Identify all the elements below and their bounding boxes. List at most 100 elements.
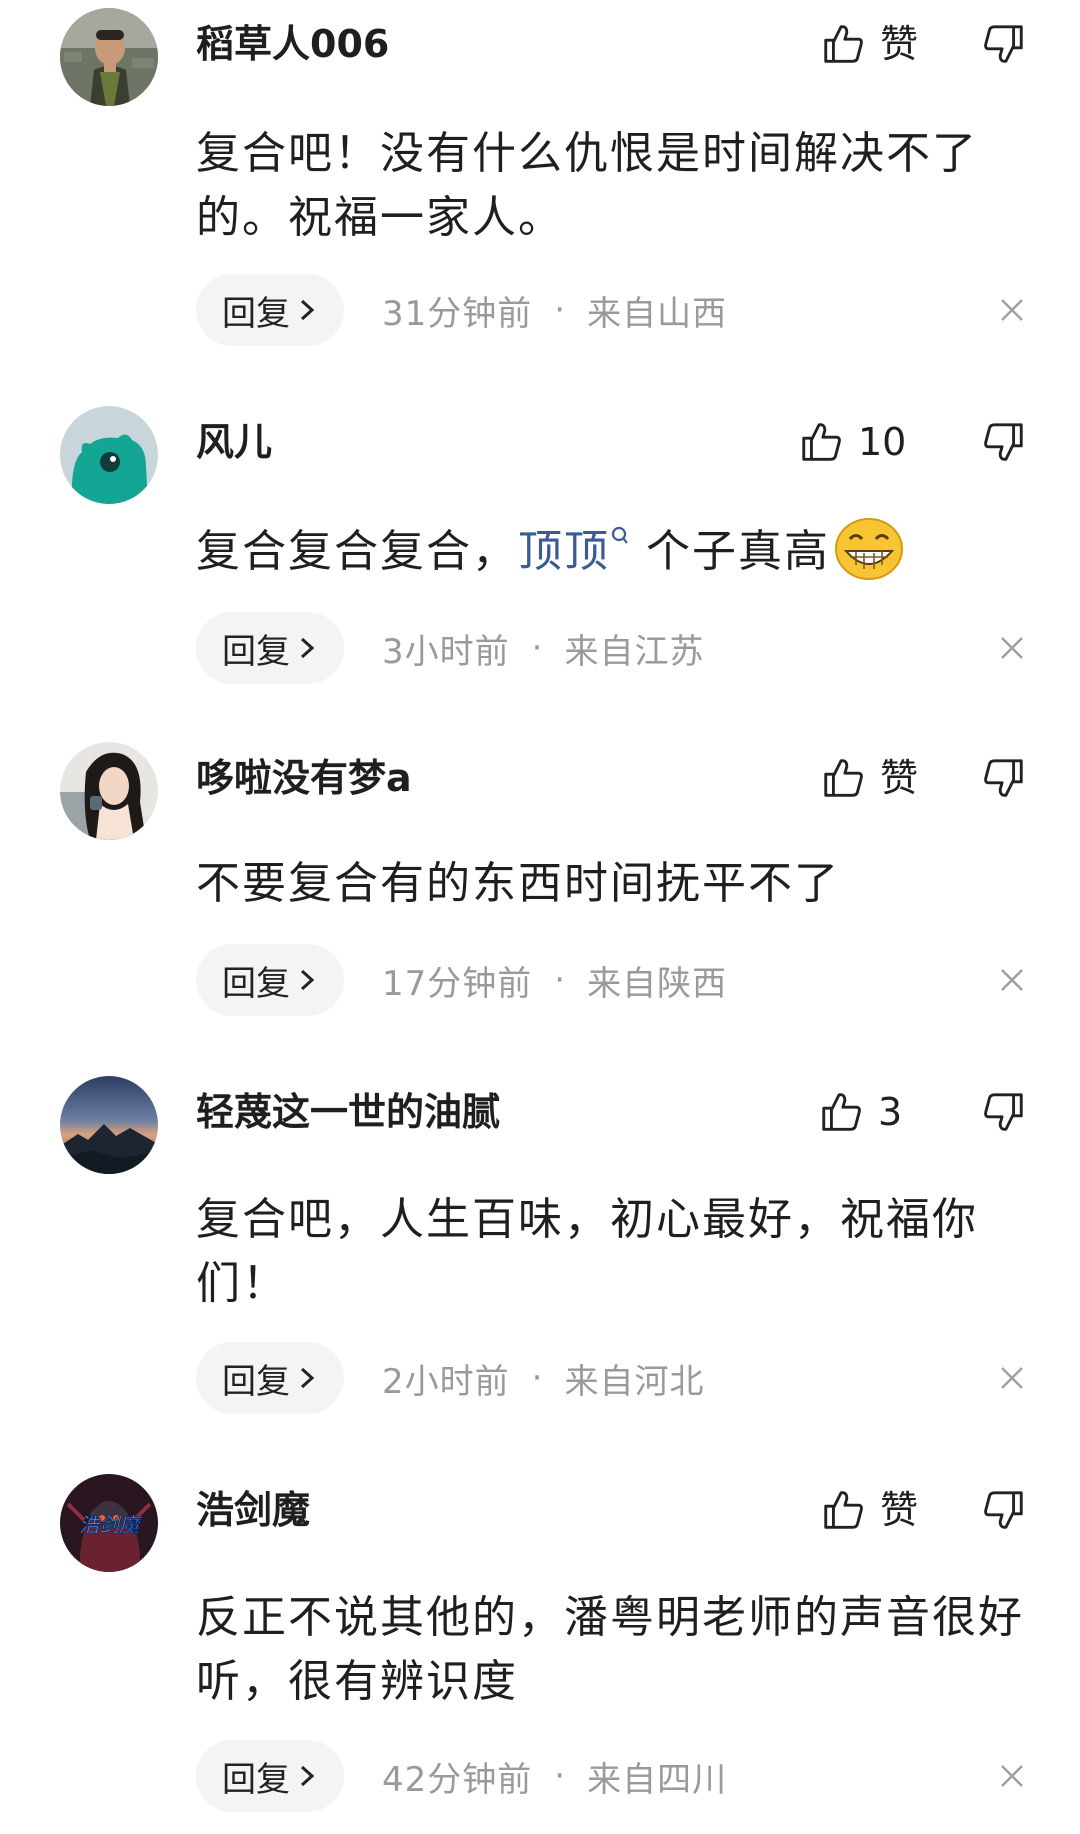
dismiss-button[interactable] (992, 290, 1032, 330)
thumbs-down-icon (984, 25, 1023, 63)
meta-separator: · (531, 1358, 543, 1398)
meta-separator: · (531, 628, 543, 668)
avatar[interactable] (60, 8, 158, 106)
avatar[interactable] (60, 406, 158, 504)
reply-button[interactable]: 回复 (196, 612, 344, 684)
comment-location: 来自江苏 (564, 631, 705, 672)
thumbs-up-icon (824, 25, 863, 63)
close-icon (1001, 1367, 1023, 1389)
comment-text: 反正不说其他的，潘粤明老师的声音很好听，很有辨识度 (196, 1592, 1024, 1707)
comment-meta: 回复 31分钟前 · 来自山西 (196, 274, 727, 346)
comment-text: 不要复合有的东西时间抚平不了 (196, 858, 840, 909)
reply-label: 回复 (222, 1759, 290, 1800)
username[interactable]: 浩剑魔 (196, 1484, 310, 1536)
chevron-right-icon (300, 299, 315, 321)
reply-label: 回复 (222, 631, 290, 672)
like-button[interactable]: 10 (798, 416, 906, 468)
meta-separator: · (554, 960, 566, 1000)
dismiss-button[interactable] (992, 960, 1032, 1000)
chevron-right-icon (300, 637, 315, 659)
avatar-text: 浩剑魔 (79, 1513, 142, 1537)
comment-location: 来自陕西 (587, 963, 728, 1004)
grinning-emoji-icon (835, 518, 903, 580)
username[interactable]: 稻草人006 (196, 18, 389, 70)
reply-button[interactable]: 回复 (196, 274, 344, 346)
close-icon (1001, 637, 1023, 659)
comment-meta: 回复 3小时前 · 来自江苏 (196, 612, 704, 684)
comment-location: 来自河北 (564, 1361, 705, 1402)
username[interactable]: 风儿 (196, 416, 272, 468)
comment-text-part: 个子真高 (646, 526, 830, 577)
comment-meta: 回复 2小时前 · 来自河北 (196, 1342, 704, 1414)
comment-text: 复合复合复合，顶顶 个子真高 (196, 518, 1040, 584)
avatar[interactable]: 浩剑魔 (60, 1474, 158, 1572)
comment-text-part: 复合复合复合， (196, 526, 518, 577)
dislike-button[interactable] (980, 752, 1028, 804)
reply-button[interactable]: 回复 (196, 1740, 344, 1812)
dislike-button[interactable] (980, 416, 1028, 468)
boy-photo-avatar (60, 8, 158, 106)
close-icon (1001, 299, 1023, 321)
comment-location: 来自山西 (587, 293, 728, 334)
dismiss-button[interactable] (992, 628, 1032, 668)
thumbs-down-icon (984, 1093, 1023, 1131)
comment-item: 哆啦没有梦a 赞 不要复合有的东西时间抚平不了 回复 17分钟前 · 来自陕西 (0, 736, 1080, 1036)
username[interactable]: 哆啦没有梦a (196, 752, 412, 804)
comment-text: 复合吧！没有什么仇恨是时间解决不了的。祝福一家人。 (196, 128, 978, 243)
comment-text: 复合吧，人生百味，初心最好，祝福你们！ (196, 1194, 978, 1309)
chevron-right-icon (300, 1367, 315, 1389)
comment-time: 31分钟前 (382, 293, 533, 334)
thumbs-down-icon (984, 759, 1023, 797)
like-count: 10 (858, 420, 907, 464)
comment-time: 42分钟前 (382, 1759, 533, 1800)
username[interactable]: 轻蔑这一世的油腻 (196, 1086, 500, 1138)
like-label: 赞 (880, 22, 919, 66)
thumbs-down-icon (984, 423, 1023, 461)
reply-label: 回复 (222, 963, 290, 1004)
dislike-button[interactable] (980, 1484, 1028, 1536)
meta-separator: · (554, 1756, 566, 1796)
reply-label: 回复 (222, 1361, 290, 1402)
game-character-avatar: 浩剑魔 (60, 1474, 158, 1572)
comment-meta: 回复 42分钟前 · 来自四川 (196, 1740, 727, 1812)
comment-item: 风儿 10 复合复合复合，顶顶 个子真高 回复 3小时前 · 来自江苏 (0, 400, 1080, 700)
comment-meta: 回复 17分钟前 · 来自陕西 (196, 944, 727, 1016)
comment-time: 2小时前 (382, 1361, 510, 1402)
dismiss-button[interactable] (992, 1756, 1032, 1796)
comment-location: 来自四川 (587, 1759, 728, 1800)
chevron-right-icon (300, 969, 315, 991)
comment-time: 17分钟前 (382, 963, 533, 1004)
comment-item: 稻草人006 赞 复合吧！没有什么仇恨是时间解决不了的。祝福一家人。 回复 31… (0, 0, 1080, 360)
mountain-sunset-avatar (60, 1076, 158, 1174)
avatar[interactable] (60, 742, 158, 840)
close-icon (1001, 1765, 1023, 1787)
thumbs-down-icon (984, 1491, 1023, 1529)
thumbs-up-icon (802, 423, 841, 461)
comment-item: 浩剑魔 浩剑魔 赞 反正不说其他的，潘粤明老师的声音很好听，很有辨识度 回复 4… (0, 1468, 1080, 1834)
topic-link[interactable]: 顶顶 (518, 526, 610, 577)
like-button[interactable]: 赞 (820, 18, 918, 70)
like-count: 3 (878, 1090, 903, 1134)
chevron-right-icon (300, 1765, 315, 1787)
dislike-button[interactable] (980, 1086, 1028, 1138)
comment-time: 3小时前 (382, 631, 510, 672)
meta-separator: · (554, 290, 566, 330)
search-icon (611, 526, 628, 544)
like-button[interactable]: 赞 (820, 1484, 918, 1536)
like-button[interactable]: 3 (818, 1086, 902, 1138)
thumbs-up-icon (822, 1093, 861, 1131)
like-button[interactable]: 赞 (820, 752, 918, 804)
like-label: 赞 (880, 1488, 919, 1532)
reply-label: 回复 (222, 293, 290, 334)
thumbs-up-icon (824, 1491, 863, 1529)
like-label: 赞 (880, 756, 919, 800)
dismiss-button[interactable] (992, 1358, 1032, 1398)
thumbs-up-icon (824, 759, 863, 797)
reply-button[interactable]: 回复 (196, 1342, 344, 1414)
avatar[interactable] (60, 1076, 158, 1174)
comment-item: 轻蔑这一世的油腻 3 复合吧，人生百味，初心最好，祝福你们！ 回复 2小时前 ·… (0, 1070, 1080, 1430)
dislike-button[interactable] (980, 18, 1028, 70)
teal-creature-avatar (60, 406, 158, 504)
close-icon (1001, 969, 1023, 991)
reply-button[interactable]: 回复 (196, 944, 344, 1016)
